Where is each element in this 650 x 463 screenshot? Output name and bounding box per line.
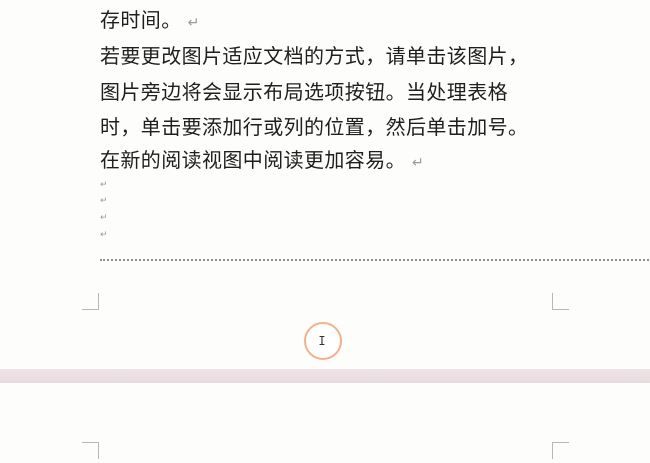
line-text: 存时间。 (100, 8, 182, 32)
paragraph-mark-icon: ↵ (412, 155, 425, 171)
text-cursor-icon: I (318, 334, 326, 348)
empty-paragraph-mark-icon: ↵ (100, 230, 108, 240)
document-page-1[interactable]: 存时间。 ↵ 若要更改图片适应文档的方式，请单击该图片， 图片旁边将会显示布局选项… (0, 0, 650, 370)
margin-corner-bottom-left (82, 293, 99, 310)
margin-corner-top-left (82, 442, 99, 459)
line-text: 图片旁边将会显示布局选项按钮。当处理表格 (100, 80, 508, 104)
text-line-5[interactable]: 在新的阅读视图中阅读更加容易。 ↵ (100, 150, 424, 173)
margin-corner-bottom-right (552, 293, 569, 310)
text-line-1[interactable]: 存时间。 ↵ (100, 10, 200, 33)
margin-corner-top-right (552, 442, 569, 459)
empty-paragraph-mark-icon: ↵ (100, 180, 108, 190)
line-text: 时，单击要添加行或列的位置，然后单击加号。 (100, 115, 529, 139)
text-line-3[interactable]: 图片旁边将会显示布局选项按钮。当处理表格 (100, 82, 508, 102)
line-text: 若要更改图片适应文档的方式，请单击该图片， (100, 44, 529, 68)
text-line-4[interactable]: 时，单击要添加行或列的位置，然后单击加号。 (100, 117, 528, 137)
page-gap (0, 369, 650, 384)
empty-paragraph-mark-icon: ↵ (100, 213, 108, 223)
page-break-line (100, 259, 650, 261)
paragraph-mark-icon: ↵ (187, 15, 200, 31)
empty-paragraph-mark-icon: ↵ (100, 196, 108, 206)
line-text: 在新的阅读视图中阅读更加容易。 (100, 148, 406, 172)
document-page-2[interactable] (0, 383, 650, 463)
text-line-2[interactable]: 若要更改图片适应文档的方式，请单击该图片， (100, 46, 528, 66)
